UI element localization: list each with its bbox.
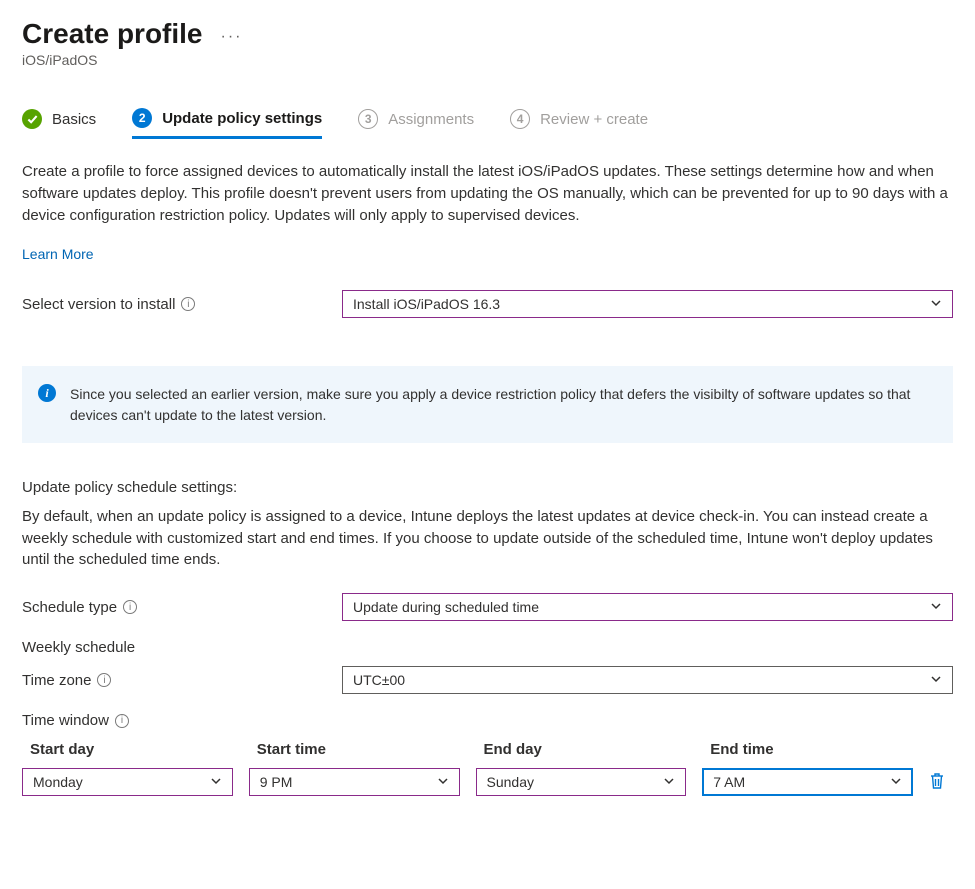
step-number-icon: 3 bbox=[358, 109, 378, 129]
description-text: Create a profile to force assigned devic… bbox=[22, 161, 953, 226]
version-select[interactable]: Install iOS/iPadOS 16.3 bbox=[342, 290, 953, 318]
col-start-day: Start day bbox=[22, 741, 233, 758]
timewindow-header: Start day Start time End day End time bbox=[22, 741, 953, 758]
step-label: Review + create bbox=[540, 111, 648, 128]
learn-more-link[interactable]: Learn More bbox=[22, 246, 94, 262]
timezone-select[interactable]: UTC±00 bbox=[342, 666, 953, 694]
col-start-time: Start time bbox=[249, 741, 460, 758]
chevron-down-icon bbox=[930, 296, 942, 312]
step-review-create[interactable]: 4 Review + create bbox=[510, 108, 648, 138]
end-time-value: 7 AM bbox=[713, 774, 745, 790]
timewindow-row: Monday 9 PM Sunday 7 AM bbox=[22, 768, 953, 796]
step-label: Basics bbox=[52, 111, 96, 128]
timezone-label: Time zone i bbox=[22, 672, 342, 689]
schedule-description: By default, when an update policy is ass… bbox=[22, 506, 953, 571]
version-select-value: Install iOS/iPadOS 16.3 bbox=[353, 296, 500, 312]
chevron-down-icon bbox=[663, 774, 675, 790]
step-assignments[interactable]: 3 Assignments bbox=[358, 108, 474, 138]
page-subtitle: iOS/iPadOS bbox=[22, 52, 953, 68]
end-day-select[interactable]: Sunday bbox=[476, 768, 687, 796]
info-icon[interactable]: i bbox=[123, 600, 137, 614]
info-message-box: i Since you selected an earlier version,… bbox=[22, 366, 953, 443]
schedule-heading: Update policy schedule settings: bbox=[22, 479, 953, 496]
start-day-select[interactable]: Monday bbox=[22, 768, 233, 796]
info-circle-icon: i bbox=[38, 384, 56, 402]
check-icon bbox=[22, 109, 42, 129]
schedule-type-select[interactable]: Update during scheduled time bbox=[342, 593, 953, 621]
timezone-value: UTC±00 bbox=[353, 672, 405, 688]
end-time-select[interactable]: 7 AM bbox=[702, 768, 913, 796]
version-label: Select version to install i bbox=[22, 296, 342, 313]
start-day-value: Monday bbox=[33, 774, 83, 790]
chevron-down-icon bbox=[930, 599, 942, 615]
step-update-policy-settings[interactable]: 2 Update policy settings bbox=[132, 108, 322, 139]
page-title: Create profile bbox=[22, 18, 203, 50]
schedule-type-value: Update during scheduled time bbox=[353, 599, 539, 615]
timewindow-label: Time window i bbox=[22, 712, 342, 729]
weekly-schedule-heading: Weekly schedule bbox=[22, 639, 953, 656]
info-icon[interactable]: i bbox=[181, 297, 195, 311]
start-time-select[interactable]: 9 PM bbox=[249, 768, 460, 796]
step-number-icon: 2 bbox=[132, 108, 152, 128]
wizard-steps: Basics 2 Update policy settings 3 Assign… bbox=[22, 108, 953, 139]
chevron-down-icon bbox=[437, 774, 449, 790]
delete-row-icon[interactable] bbox=[929, 772, 945, 790]
chevron-down-icon bbox=[890, 774, 902, 790]
info-icon[interactable]: i bbox=[115, 714, 129, 728]
chevron-down-icon bbox=[930, 672, 942, 688]
start-time-value: 9 PM bbox=[260, 774, 293, 790]
chevron-down-icon bbox=[210, 774, 222, 790]
info-message-text: Since you selected an earlier version, m… bbox=[70, 386, 910, 422]
info-icon[interactable]: i bbox=[97, 673, 111, 687]
col-end-day: End day bbox=[476, 741, 687, 758]
step-label: Assignments bbox=[388, 111, 474, 128]
end-day-value: Sunday bbox=[487, 774, 534, 790]
step-number-icon: 4 bbox=[510, 109, 530, 129]
more-actions-icon[interactable]: ··· bbox=[221, 28, 243, 46]
step-label: Update policy settings bbox=[162, 110, 322, 127]
schedule-type-label: Schedule type i bbox=[22, 599, 342, 616]
step-basics[interactable]: Basics bbox=[22, 108, 96, 138]
col-end-time: End time bbox=[702, 741, 913, 758]
